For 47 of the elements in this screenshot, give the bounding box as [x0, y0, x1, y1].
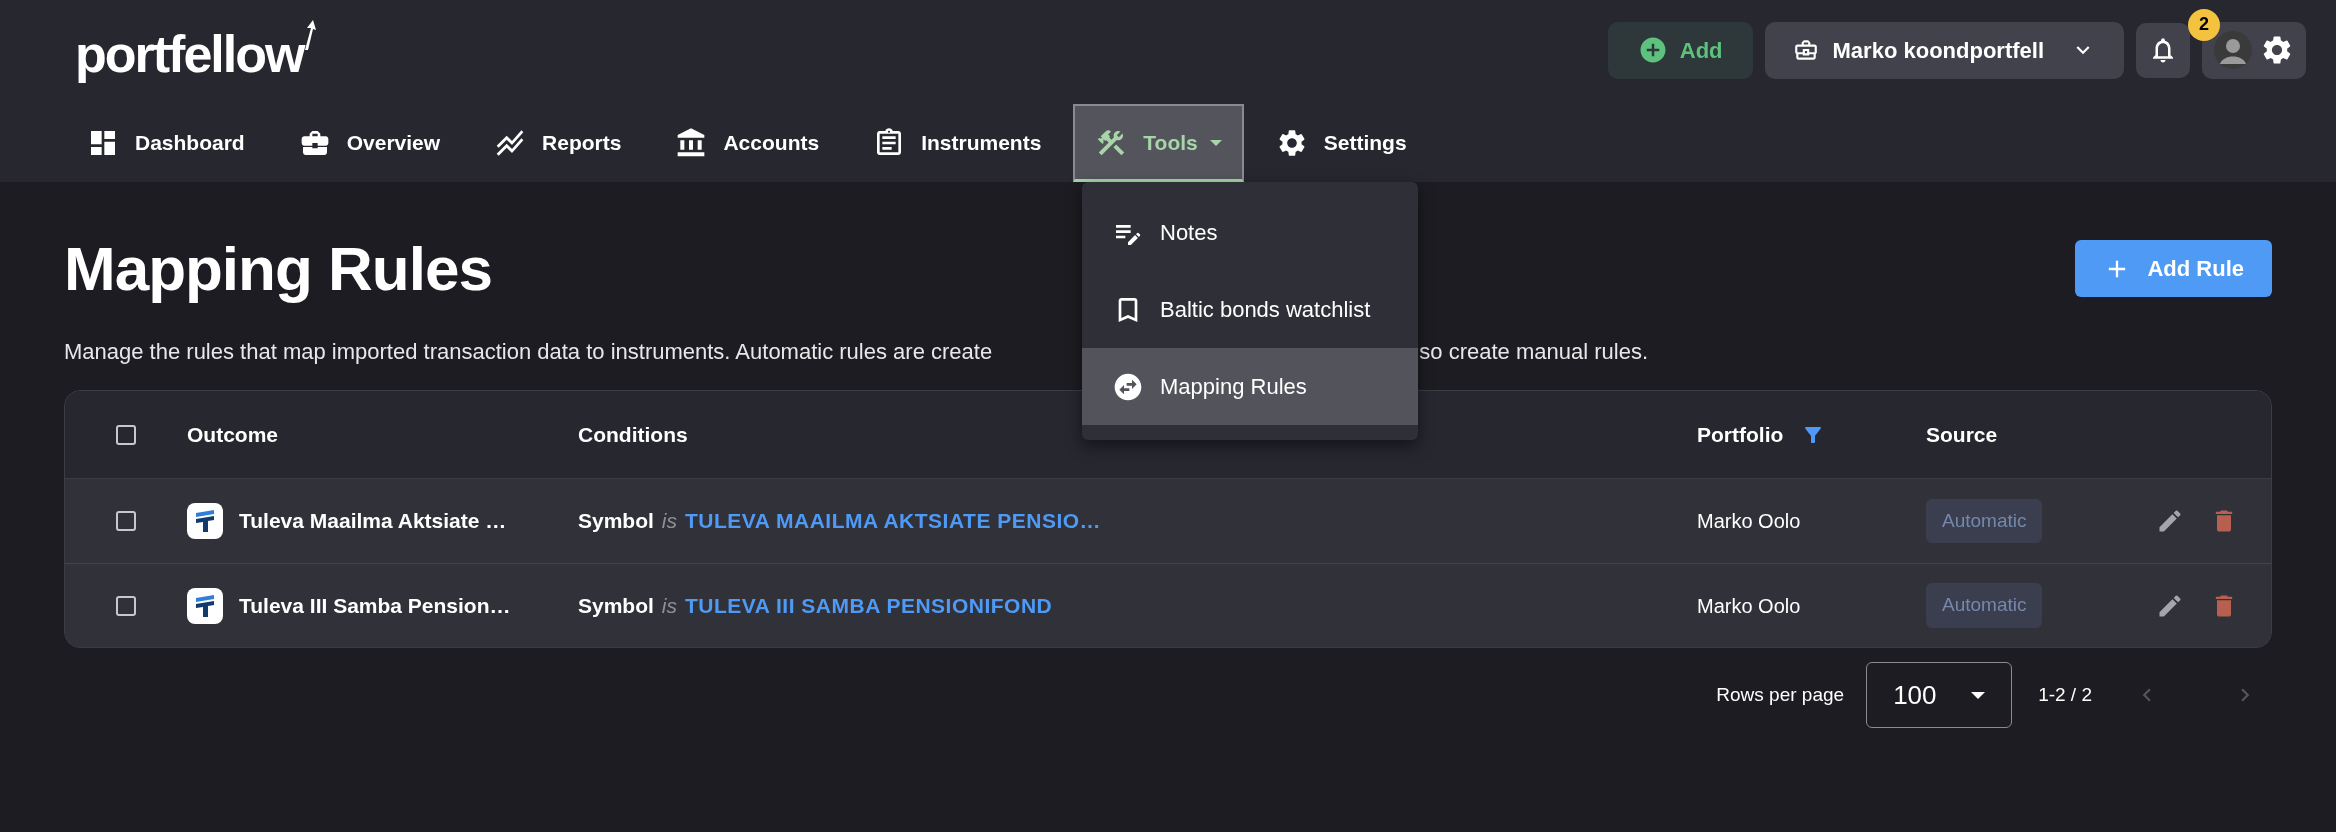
menu-item[interactable]: Notes: [1082, 194, 1418, 271]
menu-item[interactable]: Mapping Rules: [1082, 348, 1418, 425]
nav-tab[interactable]: Settings: [1253, 104, 1429, 182]
avatar: [2214, 31, 2252, 69]
fund-logo-icon: [187, 587, 223, 624]
outcome-name: Tuleva III Samba Pension…: [239, 592, 511, 619]
column-header: Source: [1926, 422, 1998, 446]
page-title: Mapping Rules: [64, 233, 492, 305]
nav-tab[interactable]: Overview: [276, 104, 463, 182]
nav-tab[interactable]: Accounts: [653, 104, 842, 182]
source-badge: Automatic: [1926, 583, 2043, 628]
checkbox[interactable]: [116, 511, 136, 531]
condition-value: TULEVA MAAILMA AKTSIATE PENSIO…: [685, 508, 1102, 535]
condition-value: TULEVA III SAMBA PENSIONIFOND: [685, 592, 1053, 619]
add-button[interactable]: Add: [1607, 21, 1753, 79]
table-row[interactable]: Tuleva III Samba Pension… Symbol is TULEVA III SAMBA PENSIONIFOND Marko Oolo Automatic: [65, 563, 2271, 647]
briefcase-icon: [1792, 37, 1819, 63]
rows-per-page-select[interactable]: 100: [1866, 662, 2013, 728]
condition-field: Symbol: [578, 589, 654, 622]
nav-tab[interactable]: Dashboard: [65, 104, 267, 182]
description: so create manual rules.: [1419, 338, 1648, 366]
checkbox[interactable]: [116, 595, 136, 616]
description: Manage the rules that map imported transaction data to instruments. Automatic rules are create: [64, 338, 993, 366]
column-header: Conditions: [578, 422, 688, 446]
column-header: Portfolio: [1697, 421, 1784, 448]
menu-item[interactable]: Baltic bonds watchlist: [1082, 271, 1418, 348]
source-badge: Automatic: [1926, 498, 2043, 544]
page-range: 1-2 / 2: [2038, 682, 2092, 707]
nav-tab[interactable]: Instruments: [851, 104, 1064, 182]
condition-operator: is: [661, 508, 678, 535]
notification-badge: 2: [2188, 8, 2220, 41]
outcome-name: Tuleva Maailma Aktsiate …: [239, 508, 507, 535]
rows-per-page-label: Rows per page: [1716, 682, 1845, 707]
column-header: Outcome: [187, 422, 278, 446]
table-row[interactable]: Tuleva Maailma Aktsiate … Symbol is TULEVA MAAILMA AKTSIATE PENSIO… Marko Oolo Automatic: [65, 479, 2271, 563]
portfolio-name: Marko Oolo: [1697, 594, 1801, 617]
nav-tab[interactable]: Reports: [472, 104, 644, 182]
fund-logo-icon: [187, 503, 223, 539]
portfolio-selector[interactable]: Marko koondportfell: [1764, 21, 2124, 79]
condition-field: Symbol: [578, 505, 654, 537]
condition-operator: is: [661, 592, 678, 619]
portfolio-name: Marko Oolo: [1697, 510, 1801, 533]
notifications-button[interactable]: [2136, 22, 2190, 78]
arrow-icon: [303, 20, 318, 50]
nav-tab[interactable]: Tools: [1073, 104, 1244, 182]
caret-icon: [1971, 691, 1986, 699]
checkbox[interactable]: [116, 424, 136, 445]
